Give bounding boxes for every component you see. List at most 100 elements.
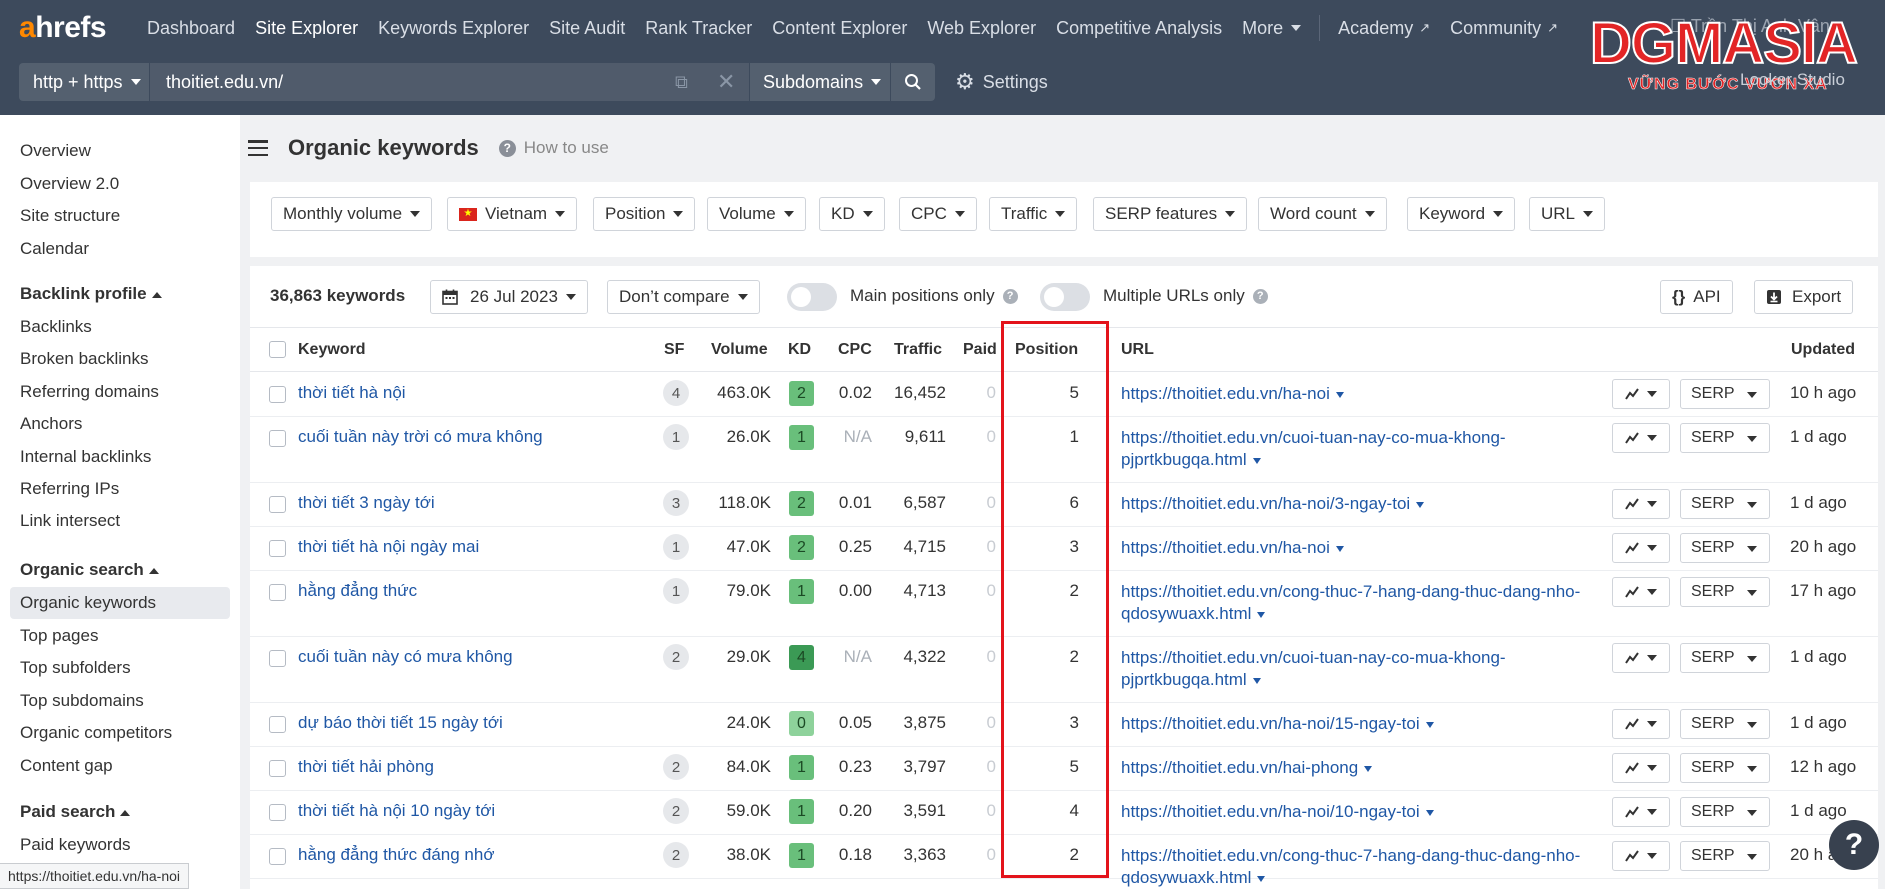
keyword-link[interactable]: thời tiết hải phòng xyxy=(298,757,434,777)
chevron-down-icon[interactable] xyxy=(1425,809,1434,816)
position-history-button[interactable] xyxy=(1612,489,1670,519)
sidebar-item-organic-keywords[interactable]: Organic keywords xyxy=(20,593,156,613)
sidebar-section-paid-search[interactable]: Paid search xyxy=(20,802,131,822)
serp-button[interactable]: SERP xyxy=(1680,841,1770,871)
position-history-button[interactable] xyxy=(1612,709,1670,739)
serp-button[interactable]: SERP xyxy=(1680,753,1770,783)
nav-item-academy[interactable]: Academy ↗ xyxy=(1328,0,1440,56)
row-checkbox[interactable] xyxy=(269,848,286,865)
select-all-checkbox[interactable] xyxy=(269,341,286,358)
url-link[interactable]: https://thoitiet.edu.vn/cong-thuc-7-hang… xyxy=(1121,845,1601,889)
serp-features-badge[interactable]: 1 xyxy=(663,534,689,560)
url-link[interactable]: https://thoitiet.edu.vn/hai-phong xyxy=(1121,757,1601,779)
nav-item-more[interactable]: More xyxy=(1232,0,1311,56)
position-history-button[interactable] xyxy=(1612,533,1670,563)
col-kd[interactable]: KD xyxy=(788,341,811,359)
sidebar-item-top-subdomains[interactable]: Top subdomains xyxy=(20,691,144,711)
chevron-down-icon[interactable] xyxy=(1252,677,1261,684)
keyword-link[interactable]: hằng đẳng thức đáng nhớ xyxy=(298,845,494,865)
main-positions-toggle[interactable] xyxy=(787,283,837,311)
nav-item-community[interactable]: Community ↗ xyxy=(1440,0,1568,56)
sidebar-item-link-intersect[interactable]: Link intersect xyxy=(20,511,120,531)
sidebar-item-overview[interactable]: Overview xyxy=(20,141,91,161)
filter-volume[interactable]: Volume xyxy=(707,197,806,231)
keyword-link[interactable]: cuối tuần này trời có mưa không xyxy=(298,427,543,447)
target-url-input[interactable]: thoitiet.edu.vn/ ⧉ ✕ xyxy=(150,63,749,101)
open-external-icon[interactable]: ⧉ xyxy=(675,72,688,93)
filter-monthly-volume[interactable]: Monthly volume xyxy=(271,197,433,231)
sidebar-item-internal-backlinks[interactable]: Internal backlinks xyxy=(20,447,151,467)
looker-studio-link[interactable]: Looker Studio xyxy=(1740,70,1845,90)
row-checkbox[interactable] xyxy=(269,804,286,821)
nav-item-keywords-explorer[interactable]: Keywords Explorer xyxy=(368,0,539,56)
serp-button[interactable]: SERP xyxy=(1680,489,1770,519)
chevron-down-icon[interactable] xyxy=(1335,545,1344,552)
nav-item-rank-tracker[interactable]: Rank Tracker xyxy=(635,0,762,56)
nav-item-competitive-analysis[interactable]: Competitive Analysis xyxy=(1046,0,1232,56)
chevron-down-icon[interactable] xyxy=(1425,721,1434,728)
sidebar-item-top-subfolders[interactable]: Top subfolders xyxy=(20,658,131,678)
serp-features-badge[interactable]: 2 xyxy=(663,754,689,780)
nav-item-dashboard[interactable]: Dashboard xyxy=(137,0,245,56)
col-paid[interactable]: Paid xyxy=(963,341,997,359)
sidebar-item-content-gap[interactable]: Content gap xyxy=(20,756,113,776)
filter-kd[interactable]: KD xyxy=(819,197,885,231)
chevron-down-icon[interactable] xyxy=(1252,457,1261,464)
chevron-down-icon[interactable] xyxy=(1257,875,1266,882)
col-volume[interactable]: Volume xyxy=(711,341,768,359)
row-checkbox[interactable] xyxy=(269,430,286,447)
keyword-link[interactable]: thời tiết hà nội ngày mai xyxy=(298,537,479,557)
col-updated[interactable]: Updated xyxy=(1791,341,1855,359)
date-picker[interactable]: 26 Jul 2023 xyxy=(430,280,588,314)
position-history-button[interactable] xyxy=(1612,577,1670,607)
position-history-button[interactable] xyxy=(1612,643,1670,673)
protocol-select[interactable]: http + https xyxy=(19,63,149,101)
row-checkbox[interactable] xyxy=(269,496,286,513)
col-sf[interactable]: SF xyxy=(664,341,684,359)
row-checkbox[interactable] xyxy=(269,584,286,601)
mode-select[interactable]: Subdomains xyxy=(750,63,890,101)
row-checkbox[interactable] xyxy=(269,386,286,403)
serp-features-badge[interactable]: 2 xyxy=(663,644,689,670)
url-link[interactable]: https://thoitiet.edu.vn/cong-thuc-7-hang… xyxy=(1121,581,1601,625)
col-cpc[interactable]: CPC xyxy=(838,341,872,359)
keyword-link[interactable]: thời tiết hà nội xyxy=(298,383,406,403)
chevron-down-icon[interactable] xyxy=(1335,391,1344,398)
position-history-button[interactable] xyxy=(1612,841,1670,871)
filter-position[interactable]: Position xyxy=(593,197,696,231)
api-button[interactable]: {} API xyxy=(1660,280,1733,314)
col-url[interactable]: URL xyxy=(1121,341,1154,359)
serp-features-badge[interactable]: 3 xyxy=(663,490,689,516)
keyword-link[interactable]: cuối tuần này có mưa không xyxy=(298,647,513,667)
serp-button[interactable]: SERP xyxy=(1680,533,1770,563)
serp-button[interactable]: SERP xyxy=(1680,379,1770,409)
col-traffic[interactable]: Traffic xyxy=(894,341,942,359)
sidebar-item-top-pages[interactable]: Top pages xyxy=(20,626,98,646)
sidebar-item-backlinks[interactable]: Backlinks xyxy=(20,317,92,337)
filter-cpc[interactable]: CPC xyxy=(899,197,977,231)
url-link[interactable]: https://thoitiet.edu.vn/ha-noi xyxy=(1121,537,1601,559)
position-history-button[interactable] xyxy=(1612,797,1670,827)
sidebar-item-broken-backlinks[interactable]: Broken backlinks xyxy=(20,349,149,369)
nav-item-web-explorer[interactable]: Web Explorer xyxy=(917,0,1046,56)
export-button[interactable]: Export xyxy=(1754,280,1854,314)
filter-traffic[interactable]: Traffic xyxy=(989,197,1078,231)
sidebar-item-referring-ips[interactable]: Referring IPs xyxy=(20,479,119,499)
position-history-button[interactable] xyxy=(1612,379,1670,409)
nav-item-site-audit[interactable]: Site Audit xyxy=(539,0,635,56)
row-checkbox[interactable] xyxy=(269,650,286,667)
serp-button[interactable]: SERP xyxy=(1680,709,1770,739)
position-history-button[interactable] xyxy=(1612,423,1670,453)
sidebar-item-overview-2-0[interactable]: Overview 2.0 xyxy=(20,174,119,194)
sidebar-item-referring-domains[interactable]: Referring domains xyxy=(20,382,159,402)
url-link[interactable]: https://thoitiet.edu.vn/ha-noi/3-ngay-to… xyxy=(1121,493,1601,515)
chevron-down-icon[interactable] xyxy=(1364,765,1373,772)
ahrefs-logo[interactable]: ahrefs xyxy=(19,11,137,45)
sidebar-item-anchors[interactable]: Anchors xyxy=(20,414,82,434)
sidebar-item-paid-keywords[interactable]: Paid keywords xyxy=(20,835,131,855)
serp-button[interactable]: SERP xyxy=(1680,423,1770,453)
nav-item-site-explorer[interactable]: Site Explorer xyxy=(245,0,368,56)
menu-icon[interactable] xyxy=(248,140,268,156)
serp-features-badge[interactable]: 1 xyxy=(663,578,689,604)
chevron-down-icon[interactable] xyxy=(1257,611,1266,618)
